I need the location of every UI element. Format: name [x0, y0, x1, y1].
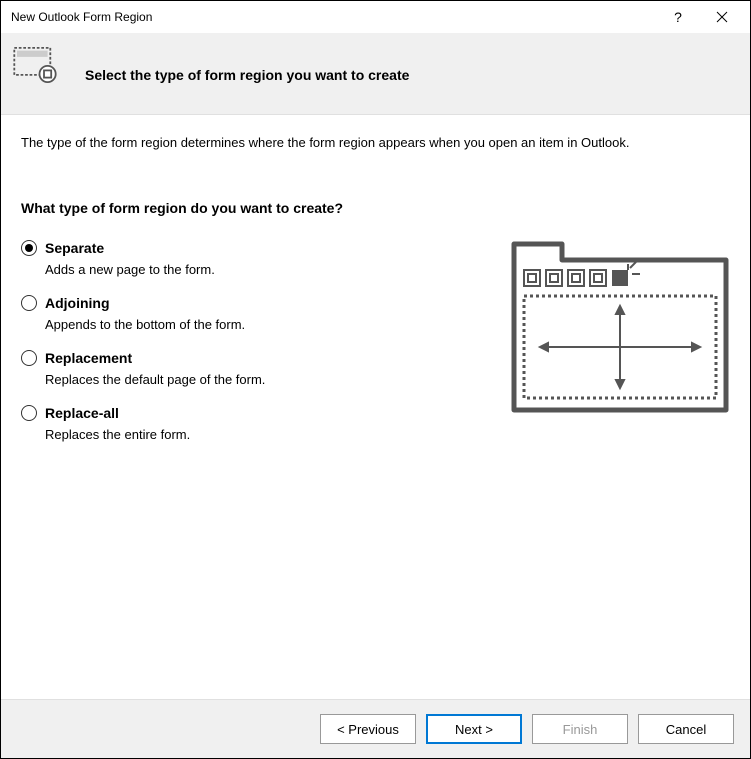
option-label: Adjoining: [45, 295, 110, 311]
radio-icon: [21, 405, 37, 421]
option-adjoining[interactable]: Adjoining: [21, 295, 450, 311]
option-label: Separate: [45, 240, 104, 256]
option-replacement[interactable]: Replacement: [21, 350, 450, 366]
option-label: Replacement: [45, 350, 132, 366]
question-text: What type of form region do you want to …: [21, 200, 730, 216]
options-list: Separate Adds a new page to the form. Ad…: [21, 240, 450, 460]
main-content: The type of the form region determines w…: [1, 115, 750, 699]
page-title: Select the type of form region you want …: [85, 51, 409, 83]
previous-button[interactable]: < Previous: [320, 714, 416, 744]
radio-icon: [21, 240, 37, 256]
form-region-icon: [13, 47, 57, 86]
option-desc: Replaces the entire form.: [45, 427, 450, 442]
option-desc: Replaces the default page of the form.: [45, 372, 450, 387]
finish-button: Finish: [532, 714, 628, 744]
help-button[interactable]: ?: [656, 3, 700, 31]
wizard-header: Select the type of form region you want …: [1, 33, 750, 115]
option-separate[interactable]: Separate: [21, 240, 450, 256]
close-button[interactable]: [700, 3, 744, 31]
window-title: New Outlook Form Region: [11, 10, 656, 24]
radio-icon: [21, 350, 37, 366]
intro-text: The type of the form region determines w…: [21, 135, 730, 150]
close-icon: [716, 11, 728, 23]
radio-icon: [21, 295, 37, 311]
next-button[interactable]: Next >: [426, 714, 522, 744]
preview-image: [510, 240, 730, 415]
option-desc: Adds a new page to the form.: [45, 262, 450, 277]
option-desc: Appends to the bottom of the form.: [45, 317, 450, 332]
cancel-button[interactable]: Cancel: [638, 714, 734, 744]
button-bar: < Previous Next > Finish Cancel: [1, 699, 750, 758]
title-bar: New Outlook Form Region ?: [1, 1, 750, 33]
option-label: Replace-all: [45, 405, 119, 421]
option-replace-all[interactable]: Replace-all: [21, 405, 450, 421]
